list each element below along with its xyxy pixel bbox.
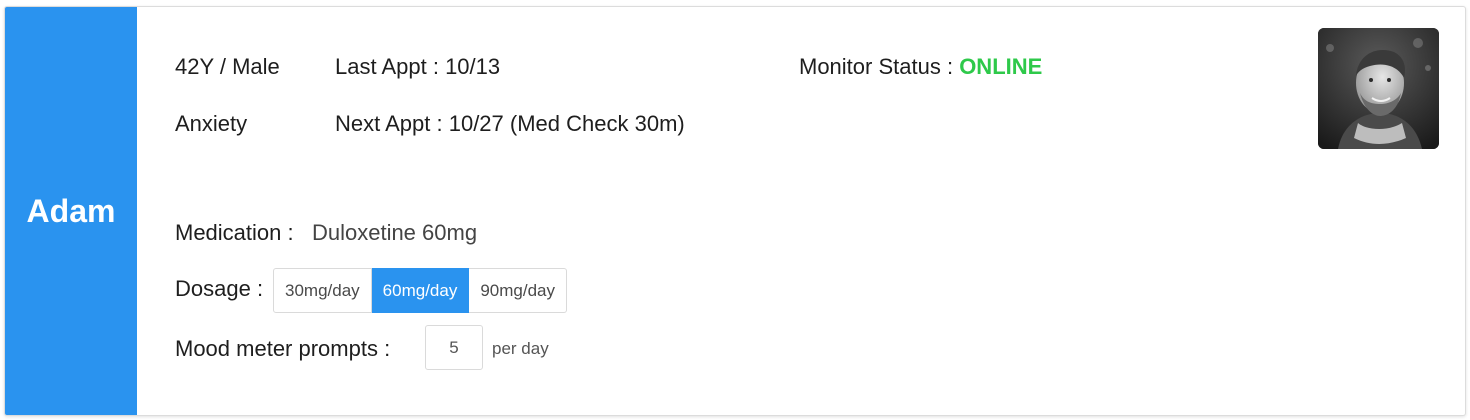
- medication-value: Duloxetine 60mg: [311, 220, 478, 245]
- mood-meter-input[interactable]: [425, 325, 483, 370]
- dosage-label: Dosage :: [175, 276, 264, 301]
- patient-photo-icon: [1318, 28, 1439, 149]
- next-appointment: Next Appt : 10/27 (Med Check 30m): [335, 111, 685, 136]
- patient-age-sex: 42Y / Male: [175, 54, 280, 79]
- patient-condition: Anxiety: [175, 111, 248, 136]
- mood-meter-unit: per day: [492, 339, 549, 358]
- dosage-option-30mg[interactable]: 30mg/day: [273, 268, 372, 313]
- patient-name-bar: Adam: [5, 7, 137, 415]
- medication-label: Medication :: [175, 220, 294, 245]
- dosage-selector: 30mg/day 60mg/day 90mg/day: [273, 268, 568, 313]
- patient-name: Adam: [26, 192, 116, 229]
- last-appointment: Last Appt : 10/13: [335, 54, 501, 79]
- monitor-status: Monitor Status : ONLINE: [799, 56, 1042, 78]
- patient-avatar: [1318, 28, 1439, 149]
- monitor-status-label: Monitor Status :: [799, 54, 960, 79]
- dosage-option-60mg[interactable]: 60mg/day: [371, 268, 470, 313]
- medication-row: Medication : Duloxetine 60mg: [175, 222, 477, 244]
- monitor-status-value: ONLINE: [959, 54, 1043, 79]
- dosage-option-90mg[interactable]: 90mg/day: [469, 268, 568, 313]
- patient-card: Adam 42Y / Male Last Appt : 10/13 Monito…: [4, 6, 1466, 416]
- mood-meter-label: Mood meter prompts :: [175, 336, 391, 361]
